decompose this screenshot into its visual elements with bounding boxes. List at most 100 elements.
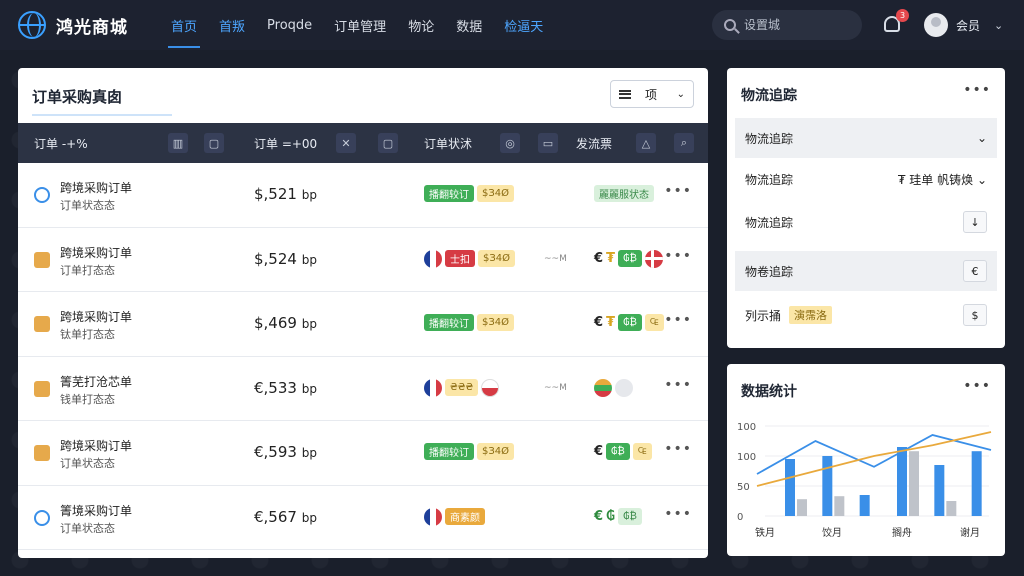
logistics-dropdown[interactable]: ₮ 珪单 帆铸焕 ⌄: [898, 171, 987, 188]
x-tick-label: 铁月: [755, 526, 775, 539]
bar: [797, 499, 807, 516]
bar-chart-icon[interactable]: ▥: [168, 133, 188, 153]
more-icon[interactable]: •••: [963, 82, 991, 98]
title-underline: [32, 114, 172, 116]
shipping-badge: ₲₿: [606, 443, 630, 460]
logistics-row[interactable]: 物流追踪 ⌄: [735, 118, 997, 158]
table-row[interactable]: 箐境采购订单 订单状态态 €,567 bp 商素颜 € ₲ ₲₿ •••: [18, 486, 708, 550]
orders-title: 订单采购真囱: [32, 88, 123, 106]
order-name: 箐芜打沧芯单: [60, 374, 133, 389]
shipping-info: [594, 378, 636, 397]
user-name: 会员: [956, 18, 981, 33]
shipping-info: 麗麗服状态: [594, 185, 657, 202]
nav-item-4[interactable]: 物论: [397, 0, 445, 50]
tag-icon[interactable]: ◎: [500, 133, 520, 153]
logistics-label: 物流追踪: [745, 215, 794, 230]
currency-icon: ₮: [606, 315, 616, 330]
trend-mark: ~~M: [544, 253, 567, 264]
bar: [934, 465, 945, 516]
search-icon[interactable]: ⌕: [674, 133, 694, 153]
more-icon[interactable]: •••: [664, 248, 692, 264]
nav-item-0[interactable]: 首页: [160, 0, 208, 50]
header-col-shipping[interactable]: 发流票: [576, 123, 612, 163]
nav-item-3[interactable]: 订单管理: [323, 0, 397, 50]
table-row[interactable]: 跨境采购订单 钛单打态态 $,469 bp 播翻较订 $З4Ø € ₮ ₲₿ ₠ •••: [18, 292, 708, 357]
order-status-text: 订单状态态: [60, 521, 115, 535]
logistics-title: 物流追踪: [741, 88, 797, 104]
clipboard-icon[interactable]: ▢: [204, 133, 224, 153]
nav-item-1[interactable]: 首叛: [208, 0, 256, 50]
order-status-text: 订单状态态: [60, 457, 115, 470]
globe-icon: [34, 509, 50, 526]
document-icon[interactable]: ▢: [378, 133, 398, 153]
logistics-label: 列示捅: [745, 308, 782, 323]
nav-item-5[interactable]: 数据: [445, 0, 493, 50]
y-tick-label: 0: [737, 512, 743, 523]
more-icon[interactable]: •••: [664, 377, 692, 393]
more-icon[interactable]: •••: [664, 441, 692, 457]
globe-icon: [34, 187, 50, 203]
logistics-action-button[interactable]: $: [963, 304, 987, 326]
logistics-row[interactable]: 物卷追踪 €: [735, 251, 997, 291]
bell-icon[interactable]: △: [636, 133, 656, 153]
logistics-row[interactable]: 列示捅 演霈洛 $: [735, 295, 997, 335]
box-icon[interactable]: ▭: [538, 133, 558, 153]
flag-icon: [594, 378, 612, 397]
status-badge: 播翻较订: [424, 443, 474, 460]
nav-item-6[interactable]: 检逼天: [493, 0, 554, 50]
flag-icon: [424, 249, 442, 268]
logistics-dropdown[interactable]: ⌄: [977, 131, 987, 145]
status-badge: $З4Ø: [477, 185, 515, 202]
status-badges: 商素颜: [424, 507, 488, 526]
shipping-info: € ₮ ₲₿ ₠: [594, 314, 667, 331]
bar: [909, 451, 919, 516]
status-badge: $З4Ø: [477, 314, 515, 331]
chevron-down-icon: ⌄: [994, 18, 1004, 32]
header-col-status[interactable]: 订单状沭: [424, 123, 472, 163]
status-badges: 士扣 $З4Ø: [424, 249, 518, 268]
table-row[interactable]: 箐芜打沧芯单 钱单打态态 €,533 bp ₴₴₴ ~~M •••: [18, 357, 708, 421]
search-input[interactable]: [744, 18, 844, 32]
table-row[interactable]: 跨境采购订单 订单打态态 $,524 bp 士扣 $З4Ø ~~M € ₮ ₲₿ •••: [18, 228, 708, 292]
order-status-text: 钛单打态态: [60, 328, 115, 341]
shipping-badge: ₲₿: [618, 314, 642, 331]
nav-item-2[interactable]: Proqde: [256, 0, 323, 50]
notification-badge: 3: [896, 9, 909, 22]
shipping-badge: 麗麗服状态: [594, 185, 654, 202]
orders-table-body: 跨境采购订单 订单状态态 $,521 bp 播翻较订 $З4Ø 麗麗服状态 ••• 跨境采购订…: [18, 163, 708, 550]
logistics-action-button[interactable]: €: [963, 260, 987, 282]
logistics-action-button[interactable]: ↓: [963, 211, 987, 233]
more-icon[interactable]: •••: [664, 183, 692, 199]
currency-icon: €: [594, 508, 604, 524]
user-menu[interactable]: 会员 ⌄: [924, 13, 1003, 37]
flag-icon: [481, 378, 500, 397]
table-row[interactable]: 跨境采购订单 订单状态态 €,593 bp 播翻较订 $З4Ø € ₲₿ ₠ •••: [18, 421, 708, 486]
chevron-down-icon: ⌄: [676, 88, 685, 100]
table-row[interactable]: 跨境采购订单 订单状态态 $,521 bp 播翻较订 $З4Ø 麗麗服状态 •••: [18, 163, 708, 228]
header-col-price[interactable]: 订单 =+00: [254, 123, 317, 163]
x-tick-label: 搁舟: [892, 526, 912, 539]
status-badges: 播翻较订 $З4Ø: [424, 185, 517, 202]
y-tick-label: 100: [737, 452, 756, 463]
trend-mark: ~~M: [544, 382, 567, 393]
top-navbar: 鸿光商城 首页 首叛 Proqde 订单管理 物论 数据 检逼天: [0, 0, 1024, 50]
brand[interactable]: 鸿光商城: [18, 11, 158, 39]
order-price: $,469 bp: [254, 314, 317, 332]
more-icon[interactable]: •••: [963, 378, 991, 394]
y-tick-label: 50: [737, 482, 750, 493]
header-col-order-id[interactable]: 订单 -+%: [34, 123, 88, 163]
bar: [897, 447, 907, 516]
more-icon[interactable]: •••: [664, 506, 692, 522]
logistics-row[interactable]: 物流追踪 ₮ 珪单 帆铸焕 ⌄: [735, 159, 997, 199]
more-icon[interactable]: •••: [664, 312, 692, 328]
status-badge: 播翻较订: [424, 314, 474, 331]
shipping-info: € ₲₿ ₠: [594, 443, 655, 460]
sort-select[interactable]: 项 ⌄: [610, 80, 694, 108]
status-badge: 士扣: [445, 250, 475, 267]
logistics-card: 物流追踪 ••• 物流追踪 ⌄ 物流追踪 ₮ 珪单 帆铸焕 ⌄ 物流追踪 ↓ 物卷追踪 € 列示…: [727, 68, 1005, 348]
order-price: $,524 bp: [254, 249, 317, 268]
cross-icon[interactable]: ✕: [336, 133, 356, 153]
avatar: [924, 13, 948, 37]
search-box[interactable]: [712, 10, 862, 40]
logistics-row[interactable]: 物流追踪 ↓: [735, 202, 997, 242]
